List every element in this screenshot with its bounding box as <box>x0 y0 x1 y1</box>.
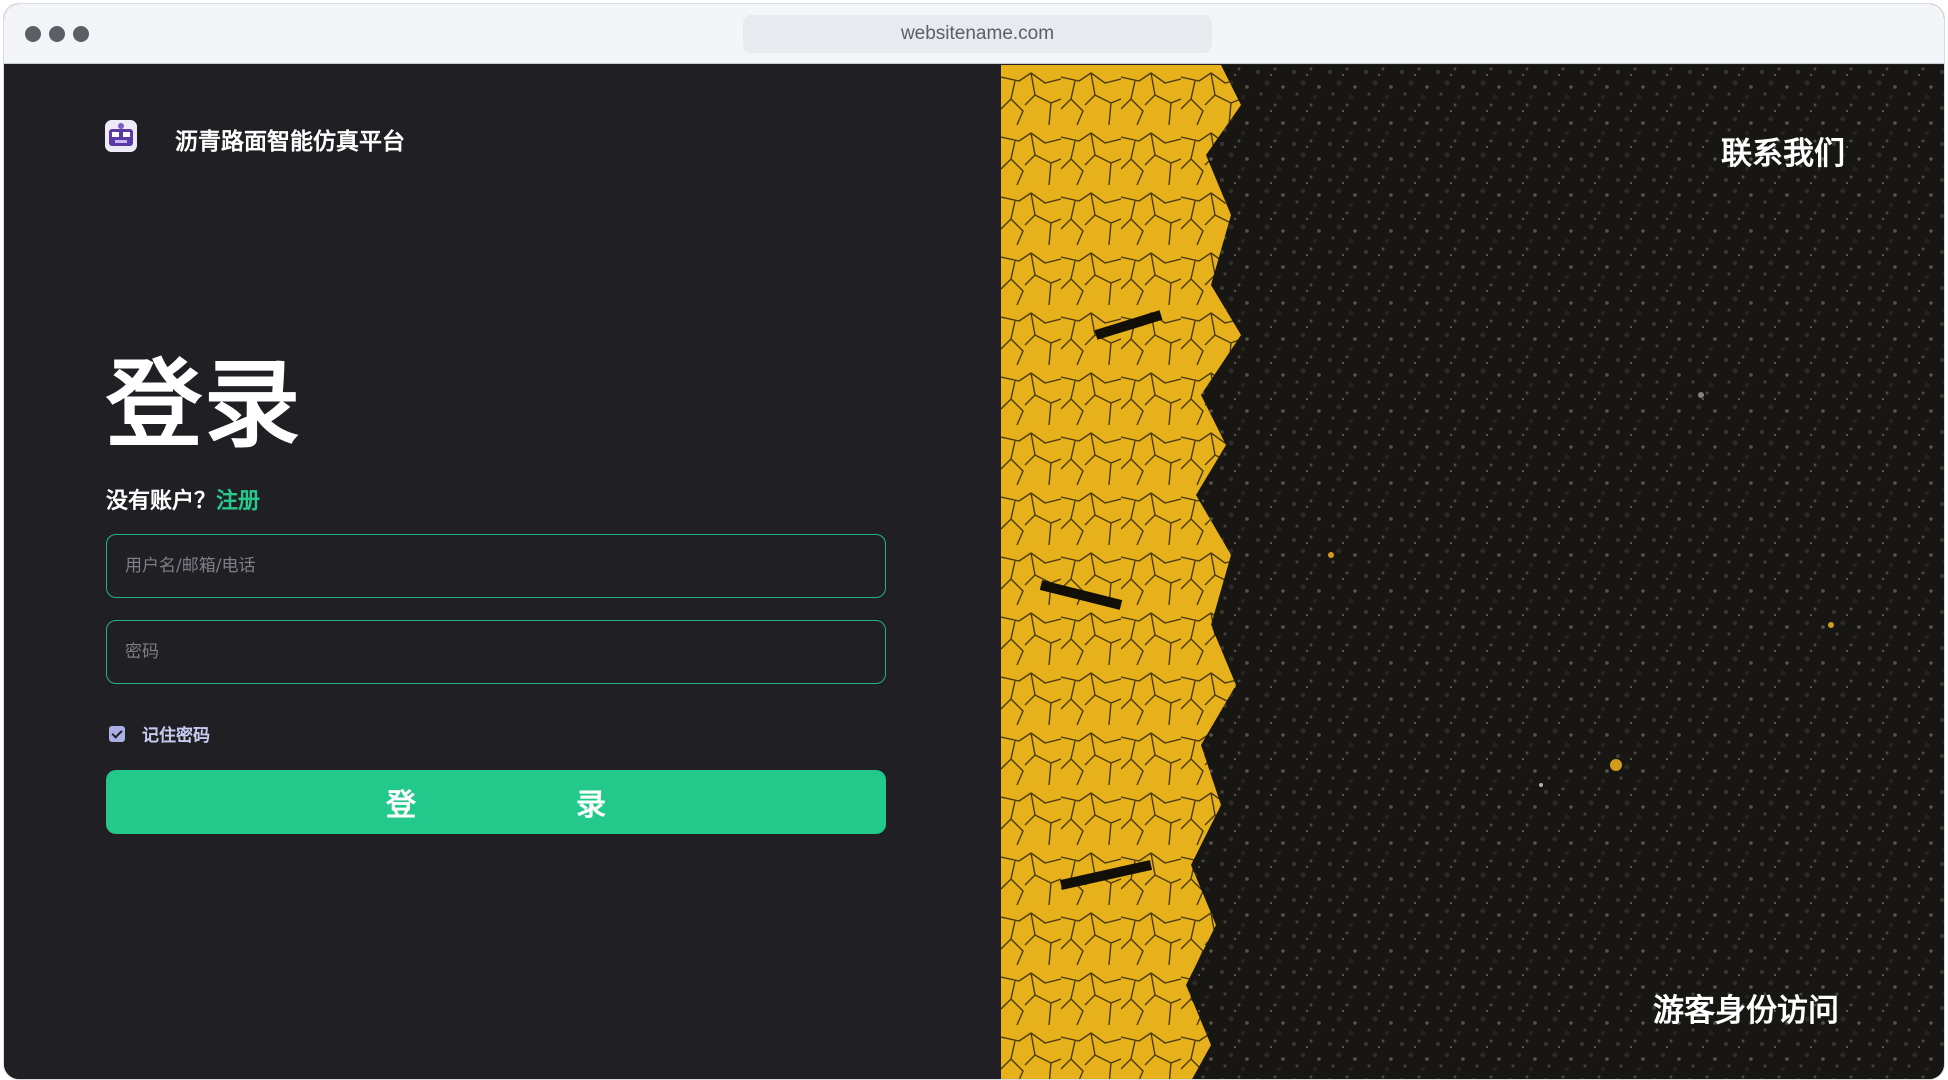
guest-access-link[interactable]: 游客身份访问 <box>1653 985 1839 1030</box>
asphalt-road-image <box>1001 65 1944 1079</box>
remember-label: 记住密码 <box>142 726 210 746</box>
contact-us-link[interactable]: 联系我们 <box>1721 128 1845 173</box>
username-field[interactable] <box>106 534 886 598</box>
remember-password[interactable]: 记住密码 <box>109 721 210 746</box>
login-panel: 沥青路面智能仿真平台 登录 没有账户？注册 记住密码 登录 <box>4 65 1000 1079</box>
username-input[interactable] <box>125 556 885 576</box>
browser-chrome: websitename.com <box>4 4 1944 64</box>
asphalt-image-panel: 联系我们 游客身份访问 <box>1001 65 1944 1079</box>
no-account-text: 没有账户？ <box>106 489 217 514</box>
address-bar[interactable]: websitename.com <box>743 15 1212 53</box>
page-title: 登录 <box>106 349 302 461</box>
remember-checkbox[interactable] <box>109 725 125 742</box>
password-input[interactable] <box>125 642 885 662</box>
login-button[interactable]: 登录 <box>106 770 886 834</box>
browser-window: websitename.com 沥青路面智能仿真平台 登录 没有账户？注册 用户… <box>3 3 1945 1080</box>
window-zoom-dot[interactable] <box>73 26 89 42</box>
platform-logo-icon <box>105 120 137 152</box>
brand-name: 沥青路面智能仿真平台 <box>175 129 405 155</box>
register-prompt: 没有账户？注册 <box>106 483 260 515</box>
window-close-dot[interactable] <box>25 26 41 42</box>
register-link[interactable]: 注册 <box>216 489 260 514</box>
window-minimize-dot[interactable] <box>49 26 65 42</box>
password-field[interactable] <box>106 620 886 684</box>
